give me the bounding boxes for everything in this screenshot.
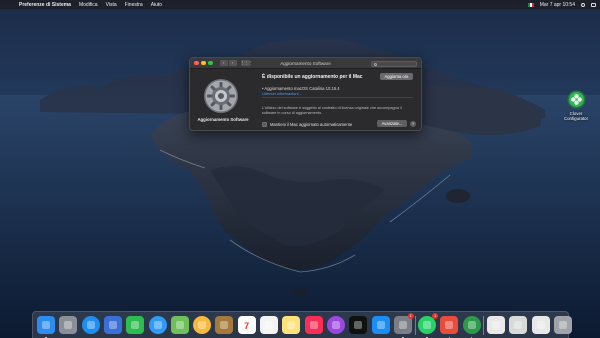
clover-icon [567, 90, 586, 109]
nav-buttons: ‹ › [219, 60, 237, 66]
map-icon-glyph [175, 321, 184, 329]
mail-icon[interactable] [440, 316, 459, 334]
notification-badge: 1 [407, 313, 414, 319]
help-button[interactable]: ? [410, 120, 416, 127]
advanced-button[interactable]: Avanzate... [377, 120, 407, 127]
photo-icon-glyph [108, 321, 117, 329]
software-update-window: ‹ › ⋮⋮⋮ Aggiornamento Software Aggiornam… [189, 57, 422, 131]
desktop-wallpaper [0, 0, 600, 338]
clover-icon-glyph [467, 321, 476, 329]
search-icon [374, 62, 377, 66]
trash-icon-glyph [558, 321, 567, 329]
video-icon-glyph [131, 321, 140, 329]
back-button[interactable]: ‹ [219, 60, 228, 66]
note-icon[interactable] [282, 316, 301, 334]
photo-icon[interactable] [103, 316, 122, 334]
dock-separator [483, 316, 484, 335]
tv-icon[interactable] [349, 316, 368, 334]
tv-icon-glyph [354, 321, 363, 329]
trash-icon[interactable] [553, 316, 572, 334]
minimize-button[interactable] [201, 60, 206, 66]
compass-icon[interactable] [81, 316, 100, 334]
traffic-lights [194, 60, 213, 66]
gear-icon-glyph [398, 321, 407, 329]
menu-extras: Mar 7 apr 10:54 [527, 0, 596, 9]
search-icon[interactable] [581, 2, 585, 7]
video-icon[interactable] [126, 316, 145, 334]
music-note-icon-glyph [309, 321, 318, 329]
zoom-button[interactable] [208, 60, 213, 66]
notebook-icon-glyph [220, 321, 229, 329]
window-icon[interactable] [487, 316, 505, 334]
side-pane: Aggiornamento Software [190, 69, 256, 130]
menu-app-name[interactable]: Preferenze di Sistema [19, 2, 71, 8]
window-titlebar[interactable]: ‹ › ⋮⋮⋮ Aggiornamento Software [190, 58, 421, 69]
clover-icon[interactable] [462, 316, 481, 334]
flag-stripe-red [531, 2, 534, 7]
notification-center-icon[interactable] [591, 2, 596, 7]
auto-update-row: Mantieni il Mac aggiornato automaticamen… [262, 121, 352, 127]
desktop-icon-label-line2: Configurator [563, 116, 589, 121]
note-icon-glyph [287, 321, 296, 329]
finder-icon[interactable] [37, 316, 55, 334]
pane-label: Aggiornamento Software [197, 117, 249, 122]
forward-button[interactable]: › [228, 60, 237, 66]
dock-separator [414, 316, 416, 335]
update-content: È disponibile un aggiornamento per il Ma… [256, 69, 421, 130]
window-icon[interactable] [531, 316, 550, 334]
podcast-icon-glyph [331, 321, 340, 329]
show-all-grid-button[interactable]: ⋮⋮⋮ [240, 60, 253, 66]
app-store-icon[interactable] [371, 316, 390, 334]
menu-aiuto[interactable]: Aiuto [151, 2, 162, 8]
notebook-icon[interactable] [215, 316, 234, 334]
update-item: • Aggiornamento macOS Catalina 10.15.4 [262, 85, 340, 91]
list-icon-glyph [265, 321, 273, 329]
mail-icon-glyph [445, 321, 454, 329]
update-now-button[interactable]: Aggiorna ora [380, 73, 413, 80]
terminal-icon-glyph [514, 321, 523, 329]
close-button[interactable] [194, 60, 199, 66]
license-note: L'utilizzo del software è soggetto al co… [262, 106, 402, 115]
auto-update-checkbox[interactable] [262, 121, 267, 127]
calendar-icon[interactable]: 7 [237, 316, 256, 334]
update-headline: È disponibile un aggiornamento per il Ma… [262, 74, 363, 80]
window-icon-glyph [536, 321, 545, 329]
whatsapp-icon-glyph [423, 321, 432, 329]
search-field[interactable] [371, 60, 417, 67]
divider [262, 96, 413, 97]
photos-flower-icon[interactable] [193, 316, 212, 334]
menu-bar: Preferenze di Sistema Modifica Vista Fin… [0, 0, 600, 9]
menu-vista[interactable]: Vista [106, 2, 117, 8]
window-icon-glyph [492, 321, 500, 329]
menu-finestra[interactable]: Finestra [125, 2, 143, 8]
gear-icon [203, 78, 239, 114]
input-source-flag-icon[interactable] [527, 2, 534, 7]
photos-flower-icon-glyph [198, 321, 207, 329]
terminal-icon[interactable] [509, 316, 528, 334]
compass-icon-glyph [86, 321, 95, 329]
message-bubble-icon-glyph [153, 321, 162, 329]
rocket-icon-glyph [64, 321, 73, 329]
notification-badge: 1 [432, 313, 439, 319]
list-icon[interactable] [260, 316, 278, 334]
menu-modifica[interactable]: Modifica [79, 2, 98, 8]
more-info-link[interactable]: Ulteriori informazioni... [262, 91, 302, 96]
music-note-icon[interactable] [304, 316, 323, 334]
dock: 7 1 1 [32, 311, 572, 338]
podcast-icon[interactable] [326, 316, 345, 334]
desktop-icon-clover-configurator[interactable]: Clover Configurator [560, 90, 592, 121]
map-icon[interactable] [170, 316, 189, 334]
auto-update-label[interactable]: Mantieni il Mac aggiornato automaticamen… [270, 122, 352, 127]
message-bubble-icon[interactable] [148, 316, 167, 334]
rocket-icon[interactable] [59, 316, 78, 334]
finder-icon-glyph [42, 321, 50, 329]
app-store-icon-glyph [376, 321, 385, 329]
clock[interactable]: Mar 7 apr 10:54 [540, 2, 575, 8]
